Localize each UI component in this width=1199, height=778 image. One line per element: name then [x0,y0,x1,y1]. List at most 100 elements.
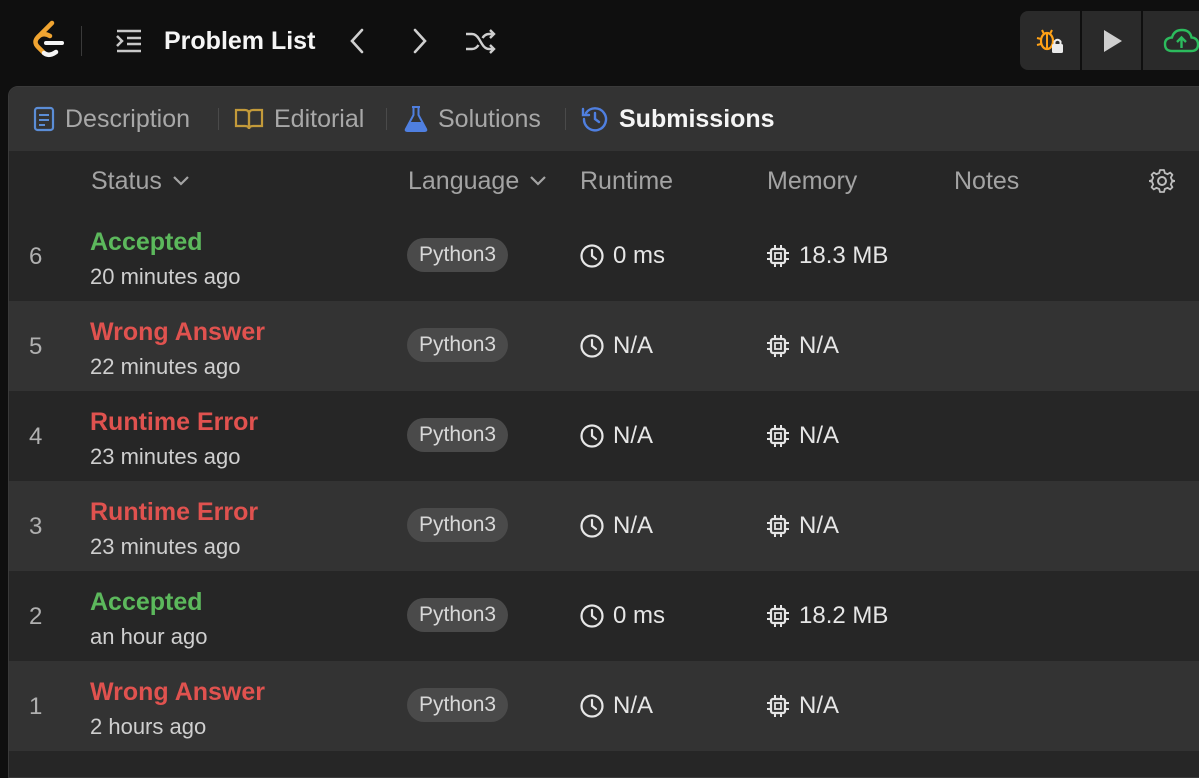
runtime-text: N/A [613,692,654,719]
upload-cloud-icon [1163,28,1199,52]
memory-value: N/A [765,419,839,453]
language-badge: Python3 [407,238,509,272]
clock-icon [580,244,604,268]
table-row[interactable]: 2 Accepted an hour ago Python3 0 ms 18.2 MB [9,571,1199,661]
prev-problem-button[interactable] [339,24,375,58]
gear-icon [1148,169,1176,193]
runtime-value: 0 ms [579,239,665,273]
runtime-text: N/A [613,512,654,539]
tab-label: Submissions [619,104,775,133]
tab-submissions[interactable]: Submissions [581,87,775,151]
submit-button[interactable] [1143,11,1199,70]
memory-value: N/A [765,689,839,723]
submission-time: an hour ago [90,624,208,649]
list-icon[interactable] [113,26,145,56]
submission-number: 6 [29,243,43,270]
table-row[interactable]: 4 Runtime Error 23 minutes ago Python3 N/A N/… [9,391,1199,481]
memory-chip-icon [767,335,789,357]
submission-status[interactable]: Wrong Answer [90,678,265,707]
memory-chip-icon [767,425,789,447]
language-badge: Python3 [407,328,509,362]
notes-header: Notes [954,166,1020,195]
submission-status[interactable]: Runtime Error [90,498,258,527]
memory-text: N/A [799,422,840,449]
memory-header: Memory [767,166,858,195]
chevron-down-icon [530,176,547,186]
submission-time: 20 minutes ago [90,264,241,289]
language-filter[interactable]: Language [408,151,547,211]
debug-button[interactable] [1020,11,1080,70]
memory-value: 18.3 MB [765,239,888,273]
runtime-header: Runtime [580,166,674,195]
table-header: Status Language Runtime Memory Notes [9,151,1199,212]
description-icon [33,106,55,132]
table-row[interactable]: 5 Wrong Answer 22 minutes ago Python3 N/A N/A [9,301,1199,391]
submission-number: 2 [29,603,43,630]
memory-text: N/A [799,512,840,539]
submission-status[interactable]: Accepted [90,228,203,257]
submission-status[interactable]: Runtime Error [90,408,258,437]
run-button[interactable] [1082,11,1141,70]
memory-text: 18.2 MB [799,602,889,629]
submission-time: 23 minutes ago [90,444,241,469]
topbar-divider [81,26,82,56]
top-bar: Problem List [0,0,1199,84]
runtime-text: N/A [613,422,654,449]
book-icon [234,108,264,130]
tab-separator [218,108,219,130]
memory-text: N/A [799,332,840,359]
runtime-value: N/A [579,509,653,543]
chevron-down-icon [173,176,189,186]
submission-status[interactable]: Accepted [90,588,203,617]
panel-tabs: Description Editorial Solutions Submissi… [9,87,1199,151]
tab-solutions[interactable]: Solutions [404,87,541,151]
tab-editorial[interactable]: Editorial [234,87,364,151]
submission-time: 22 minutes ago [90,354,241,379]
tab-label: Description [65,104,191,133]
memory-text: 18.3 MB [799,242,889,269]
tab-description[interactable]: Description [33,87,190,151]
table-row[interactable]: 1 Wrong Answer 2 hours ago Python3 N/A N/A [9,661,1199,751]
status-header: Status [91,166,162,195]
submission-time: 23 minutes ago [90,534,241,559]
memory-value: N/A [765,509,839,543]
memory-chip-icon [767,605,789,627]
status-filter[interactable]: Status [91,151,190,211]
tab-label: Editorial [274,104,365,133]
memory-text: N/A [799,692,840,719]
language-badge: Python3 [407,418,509,452]
runtime-text: 0 ms [613,602,666,629]
table-row[interactable]: 3 Runtime Error 23 minutes ago Python3 N/A N/… [9,481,1199,571]
runtime-value: N/A [579,419,653,453]
clock-icon [580,514,604,538]
problem-list-link[interactable]: Problem List [164,24,315,58]
memory-chip-icon [767,695,789,717]
submission-number: 1 [29,693,43,720]
shuffle-icon [466,29,496,54]
clock-icon [580,424,604,448]
leetcode-logo[interactable] [30,20,66,60]
runtime-value: N/A [579,329,653,363]
submission-status[interactable]: Wrong Answer [90,318,265,347]
submission-number: 4 [29,423,43,450]
tab-label: Solutions [438,104,541,133]
submission-time: 2 hours ago [90,714,207,739]
history-icon [581,107,608,132]
chevron-right-icon [413,28,427,54]
random-problem-button[interactable] [462,24,498,58]
submission-number: 5 [29,333,43,360]
runtime-value: N/A [579,689,653,723]
memory-chip-icon [767,245,789,267]
next-problem-button[interactable] [402,24,438,58]
tab-separator [565,108,566,130]
language-badge: Python3 [407,688,509,722]
submissions-panel: Description Editorial Solutions Submissi… [8,86,1199,778]
table-row[interactable]: 6 Accepted 20 minutes ago Python3 0 ms 18.3 M… [9,211,1199,301]
submission-number: 3 [29,513,43,540]
table-settings-button[interactable] [1148,168,1176,199]
play-icon [1103,29,1122,52]
clock-icon [580,604,604,628]
clock-icon [580,694,604,718]
clock-icon [580,334,604,358]
run-controls [1020,11,1199,70]
